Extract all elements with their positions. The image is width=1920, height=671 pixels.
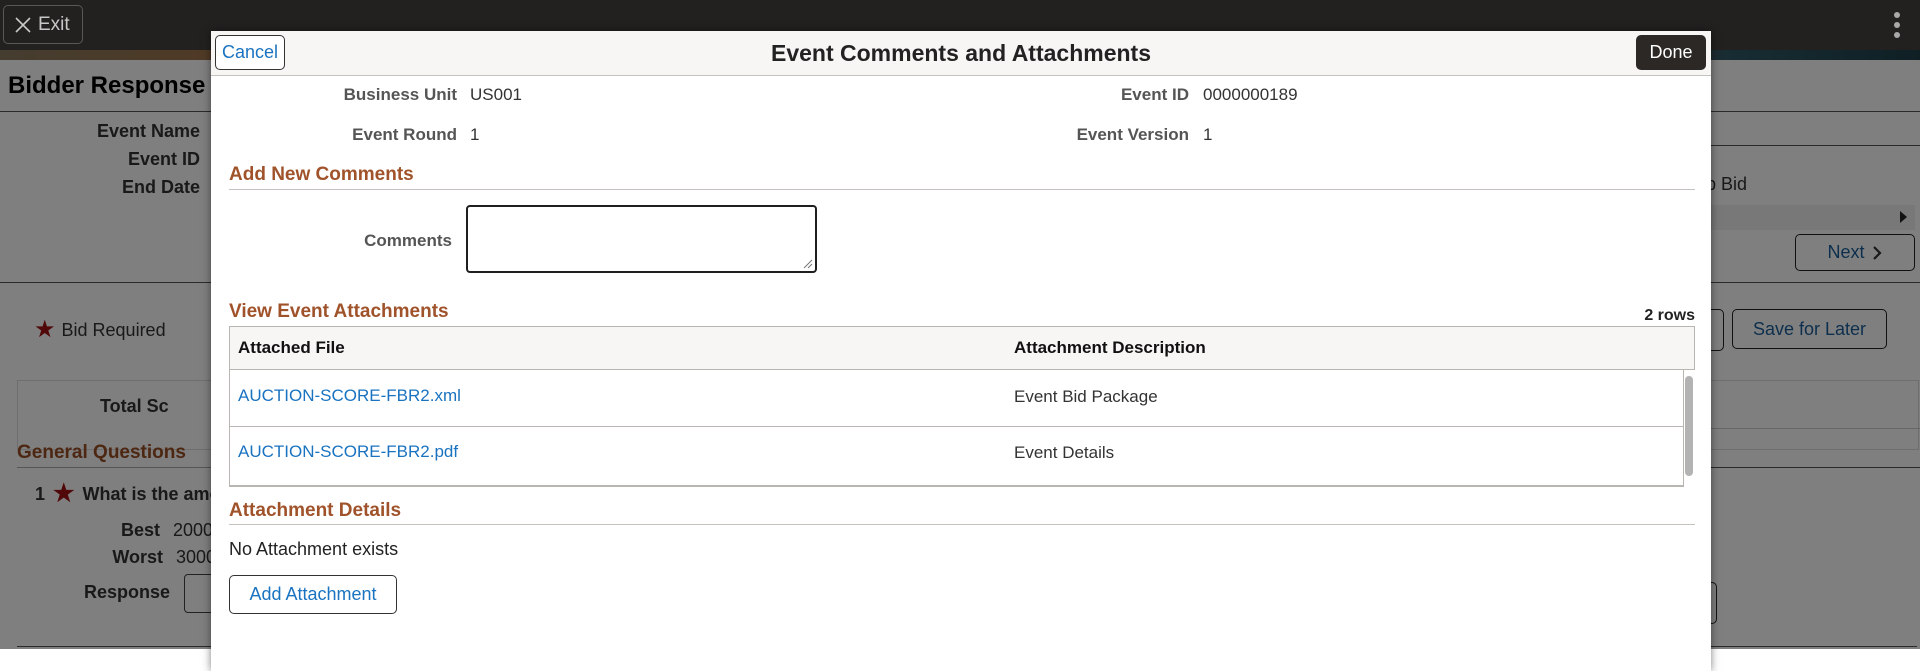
event-round-label: Event Round: [352, 125, 457, 144]
add-attachment-button[interactable]: Add Attachment: [229, 575, 397, 614]
section-divider: [229, 189, 1695, 190]
column-header-attachment-description: Attachment Description: [1014, 338, 1206, 357]
grid-scrollbar[interactable]: [1685, 376, 1693, 476]
attachment-description: Event Bid Package: [1014, 387, 1158, 406]
grid-header: Attached File Attachment Description: [229, 326, 1695, 370]
table-row: AUCTION-SCORE-FBR2.pdf Event Details: [230, 427, 1683, 484]
comments-textarea[interactable]: [466, 205, 817, 273]
add-new-comments-title: Add New Comments: [229, 164, 414, 185]
exit-label: Exit: [38, 13, 70, 35]
event-version-label: Event Version: [1076, 125, 1189, 144]
attached-file-link[interactable]: AUCTION-SCORE-FBR2.xml: [238, 386, 461, 406]
event-comments-modal: Event Comments and Attachments Cancel Do…: [211, 31, 1711, 671]
view-event-attachments-title: View Event Attachments: [229, 301, 449, 322]
attachments-grid: Attached File Attachment Description AUC…: [229, 326, 1695, 487]
cancel-button[interactable]: Cancel: [215, 35, 285, 70]
resize-grip-icon[interactable]: [803, 259, 813, 269]
modal-header: Event Comments and Attachments Cancel Do…: [211, 31, 1711, 76]
table-row: AUCTION-SCORE-FBR2.xml Event Bid Package: [230, 369, 1683, 427]
business-unit-value: US001: [470, 85, 522, 104]
no-attachment-text: No Attachment exists: [229, 539, 399, 559]
row-count: 2 rows: [1644, 307, 1695, 324]
event-version-value: 1: [1203, 125, 1213, 144]
comments-label: Comments: [364, 231, 452, 250]
column-header-attached-file: Attached File: [238, 338, 345, 357]
exit-button[interactable]: Exit: [3, 5, 83, 44]
done-button[interactable]: Done: [1636, 35, 1706, 70]
grid-body: AUCTION-SCORE-FBR2.xml Event Bid Package…: [229, 369, 1684, 487]
attachment-details-title: Attachment Details: [229, 500, 402, 521]
event-id-label: Event ID: [1120, 85, 1189, 104]
attached-file-link[interactable]: AUCTION-SCORE-FBR2.pdf: [238, 442, 458, 462]
event-id-value: 0000000189: [1203, 85, 1298, 104]
section-divider: [229, 524, 1695, 525]
business-unit-label: Business Unit: [343, 85, 457, 104]
kebab-menu-icon[interactable]: [1891, 12, 1903, 38]
attachment-description: Event Details: [1014, 443, 1115, 462]
modal-title: Event Comments and Attachments: [771, 40, 1151, 66]
event-round-value: 1: [470, 125, 480, 144]
close-x-icon: [15, 16, 31, 33]
